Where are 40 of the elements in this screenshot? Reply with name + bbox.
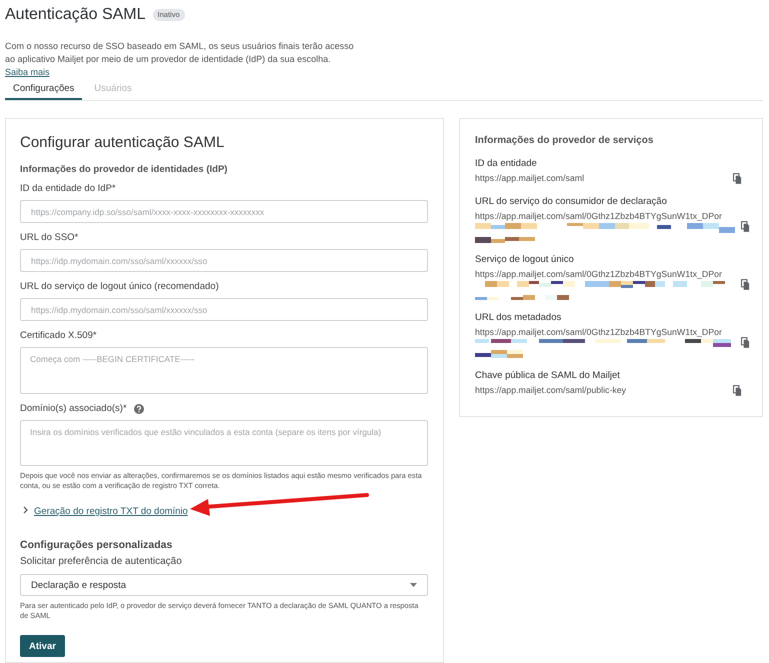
txt-record-link[interactable]: Geração do registro TXT do domínio: [34, 506, 188, 517]
activate-button[interactable]: Ativar: [20, 635, 65, 657]
intro-text: Com o nosso recurso de SSO baseado em SAML, os seus usuários finais terão acesso ao aplicativo Mailjet por meio de um provedor de identidade (IdP) da sua escolha. Saiba mais: [5, 40, 355, 79]
info-value: https://app.mailjet.com/saml: [475, 172, 586, 185]
field-label: ID da entidade do IdP*: [20, 182, 116, 196]
field-label: URL do SSO*: [20, 231, 78, 245]
copy-icon[interactable]: [733, 384, 742, 396]
text-input-field[interactable]: https://idp.mydomain.com/sso/saml/xxxxxx/sso: [20, 249, 428, 272]
field-label: URL do serviço de logout único (recomendado): [20, 280, 219, 294]
info-label: URL dos metadados: [475, 311, 562, 325]
field-label: Certificado X.509*: [20, 329, 97, 343]
textarea-field[interactable]: Começa com -----BEGIN CERTIFICATE-----: [20, 347, 428, 394]
help-icon[interactable]: [134, 404, 144, 414]
copy-icon[interactable]: [741, 336, 750, 348]
card-title: Configurar autenticação SAML: [20, 133, 226, 153]
textarea-field[interactable]: Insira os domínios verificados que estão vinculados a esta conta (separe os itens por vírgula): [20, 420, 428, 466]
copy-icon[interactable]: [741, 220, 750, 232]
section-heading: Informações do provedor de identidades (IdP): [20, 163, 228, 177]
info-value: https://app.mailjet.com/saml/0Gthz1Zbzb4BTYgSunW1tx_DPor: [475, 326, 723, 339]
info-label: ID da entidade: [475, 157, 538, 171]
text-input-field[interactable]: https://idp.mydomain.com/sso/saml/xxxxxx/sso: [20, 298, 428, 321]
chevron-icon[interactable]: [23, 506, 28, 514]
learn-more-link[interactable]: Saiba mais: [5, 67, 50, 77]
field-label: Solicitar preferência de autenticação: [20, 555, 183, 569]
info-label: URL do serviço do consumidor de declaração: [475, 195, 668, 209]
authentication-preference-select[interactable]: Declaração e resposta: [20, 574, 428, 596]
info-label: Chave pública de SAML do Mailjet: [475, 369, 621, 383]
text-input-field[interactable]: https://company.idp.so/sso/saml/xxxx-xxxx-xxxxxxxx-xxxxxxxx: [20, 200, 428, 223]
page-title: Autenticação SAML: [5, 5, 146, 25]
copy-icon[interactable]: [741, 278, 750, 290]
info-value: https://app.mailjet.com/saml/0Gthz1Zbzb4BTYgSunW1tx_DPor: [475, 210, 723, 223]
field-label: Domínio(s) associado(s)*: [20, 402, 127, 416]
section-heading: Configurações personalizadas: [20, 538, 174, 553]
info-label: Serviço de logout único: [475, 253, 575, 267]
caret-icon: [410, 583, 417, 587]
info-value: https://app.mailjet.com/saml/public-key: [475, 384, 628, 397]
copy-icon[interactable]: [733, 172, 742, 184]
card-title: Informações do provedor de serviços: [475, 134, 654, 148]
tab[interactable]: Configurações: [5, 79, 82, 100]
info-value: https://app.mailjet.com/saml/0Gthz1Zbzb4BTYgSunW1tx_DPor: [475, 268, 723, 281]
